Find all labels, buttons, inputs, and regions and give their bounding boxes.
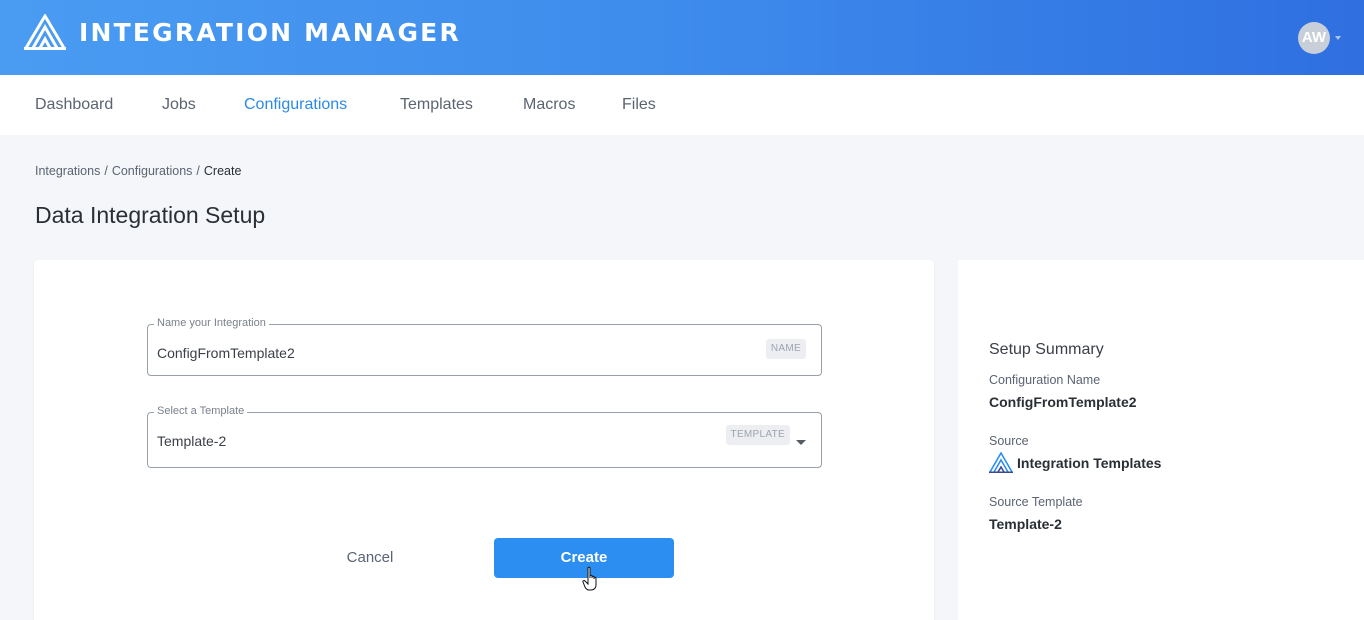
nav-item-jobs[interactable]: Jobs [162, 96, 196, 114]
name-tag-badge: NAME [765, 339, 806, 359]
nav-item-macros[interactable]: Macros [523, 96, 575, 114]
nav-item-configurations[interactable]: Configurations [244, 96, 347, 114]
cancel-button[interactable]: Cancel [318, 538, 422, 578]
triangle-logo-icon[interactable] [24, 14, 66, 50]
breadcrumb-separator: / [104, 164, 108, 178]
config-name-label: Configuration Name [989, 373, 1101, 387]
source-template-label: Source Template [989, 495, 1083, 509]
breadcrumb-separator: / [196, 164, 200, 178]
breadcrumb-configurations[interactable]: Configurations [112, 164, 193, 178]
breadcrumb: Integrations / Configurations / Create [35, 164, 241, 178]
chevron-down-icon[interactable] [1335, 36, 1341, 40]
hand-pointer-icon [582, 566, 597, 591]
template-tag-badge: TEMPLATE [725, 425, 790, 445]
template-select-value[interactable]: Template-2 [157, 433, 226, 449]
nav-item-templates[interactable]: Templates [400, 96, 473, 114]
nav-item-dashboard[interactable]: Dashboard [35, 96, 113, 114]
app-title: INTEGRATION MANAGER [79, 18, 461, 47]
summary-title: Setup Summary [989, 341, 1104, 358]
triangle-logo-icon [989, 452, 1013, 473]
integration-name-value[interactable]: ConfigFromTemplate2 [157, 345, 295, 361]
breadcrumb-create: Create [203, 164, 242, 178]
main-nav: Dashboard Jobs Configurations Templates … [0, 75, 1364, 135]
breadcrumb-integrations[interactable]: Integrations [35, 164, 100, 178]
nav-item-files[interactable]: Files [622, 96, 656, 114]
top-bar: INTEGRATION MANAGER AW [0, 0, 1364, 75]
integration-name-input[interactable]: Name your Integration ConfigFromTemplate… [147, 317, 822, 376]
user-avatar[interactable]: AW [1298, 22, 1330, 54]
template-select-label: Select a Template [154, 405, 248, 417]
template-select[interactable]: Select a Template Template-2 TEMPLATE [147, 405, 822, 468]
page-title: Data Integration Setup [35, 202, 266, 228]
source-value: Integration Templates [1017, 455, 1162, 471]
chevron-down-icon[interactable] [796, 440, 806, 445]
config-name-value: ConfigFromTemplate2 [989, 394, 1137, 410]
source-template-value: Template-2 [989, 516, 1062, 532]
integration-name-label: Name your Integration [154, 317, 269, 329]
source-label: Source [989, 434, 1029, 448]
